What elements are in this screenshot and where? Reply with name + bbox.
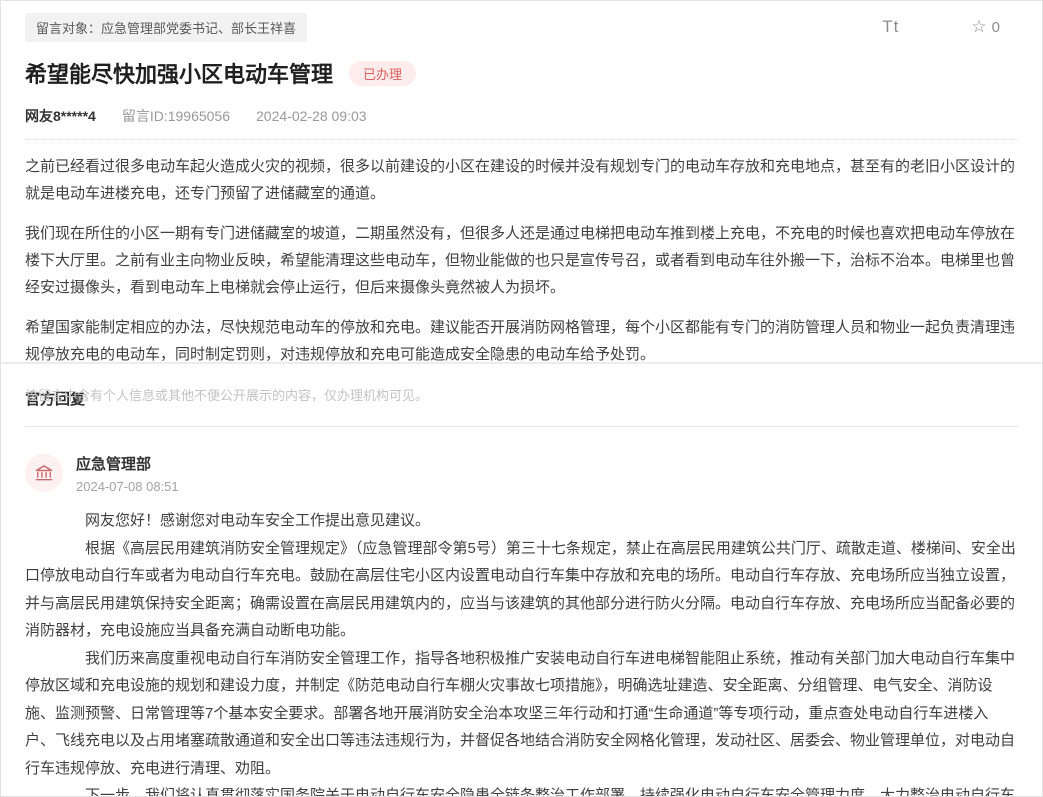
title-row: 希望能尽快加强小区电动车管理 已办理 — [25, 57, 1018, 89]
government-building-icon — [34, 463, 54, 483]
reply-header: 应急管理部 2024-07-08 08:51 — [25, 454, 1018, 494]
message-meta: 网友8*****4 留言ID:19965056 2024-02-28 09:03 — [25, 106, 1018, 140]
reply-paragraph: 网友您好！感谢您对电动车安全工作提出意见建议。 — [25, 507, 1018, 535]
message-date: 2024-02-28 09:03 — [256, 108, 367, 124]
reply-identity: 应急管理部 2024-07-08 08:51 — [76, 454, 179, 494]
agency-name: 应急管理部 — [76, 456, 179, 474]
author-name: 网友8*****4 — [25, 106, 96, 126]
message-paragraph: 我们现在所住的小区一期有专门进储藏室的坡道，二期虽然没有，但很多人还是通过电梯把… — [25, 220, 1018, 301]
reply-paragraph: 下一步，我们将认真贯彻落实国务院关于电动自行车安全隐患全链条整治工作部署，持续强… — [25, 782, 1018, 797]
page-title: 希望能尽快加强小区电动车管理 — [25, 57, 333, 89]
message-id: 留言ID:19965056 — [122, 106, 230, 126]
star-icon: ☆ — [971, 17, 986, 37]
privacy-note: 该留言中含有个人信息或其他不便公开展示的内容，仅办理机构可见。 — [25, 385, 1018, 404]
reply-date: 2024-07-08 08:51 — [76, 479, 179, 494]
official-reply-card: 官方回复 应急管理部 2024-07-08 08:51 网友您好！感谢您对电动车… — [1, 364, 1042, 797]
favorite-count: 0 — [992, 19, 1000, 36]
font-size-toggle-icon[interactable]: Tt — [882, 17, 899, 37]
favorite-button[interactable]: ☆ 0 — [971, 17, 1000, 37]
message-detail-page: 留言对象：应急管理部党委书记、部长王祥喜 Tt ☆ 0 希望能尽快加强小区电动车… — [0, 0, 1043, 797]
toolbar: Tt ☆ 0 — [882, 17, 1000, 37]
message-paragraph: 希望国家能制定相应的办法，尽快规范电动车的停放和充电。建议能否开展消防网格管理，… — [25, 314, 1018, 368]
reply-paragraph: 我们历来高度重视电动自行车消防安全管理工作，指导各地积极推广安装电动自行车进电梯… — [25, 645, 1018, 783]
avatar — [25, 454, 63, 492]
message-target-tag: 留言对象：应急管理部党委书记、部长王祥喜 — [25, 13, 307, 42]
status-badge: 已办理 — [349, 61, 416, 86]
reply-divider — [25, 426, 1018, 427]
reply-paragraph: 根据《高层民用建筑消防安全管理规定》（应急管理部令第5号）第三十七条规定，禁止在… — [25, 535, 1018, 645]
message-card: 留言对象：应急管理部党委书记、部长王祥喜 Tt ☆ 0 希望能尽快加强小区电动车… — [1, 1, 1042, 362]
message-paragraph: 之前已经看过很多电动车起火造成火灾的视频，很多以前建设的小区在建设的时候并没有规… — [25, 153, 1018, 207]
message-body: 之前已经看过很多电动车起火造成火灾的视频，很多以前建设的小区在建设的时候并没有规… — [25, 153, 1018, 368]
reply-body: 网友您好！感谢您对电动车安全工作提出意见建议。 根据《高层民用建筑消防安全管理规… — [25, 507, 1018, 797]
